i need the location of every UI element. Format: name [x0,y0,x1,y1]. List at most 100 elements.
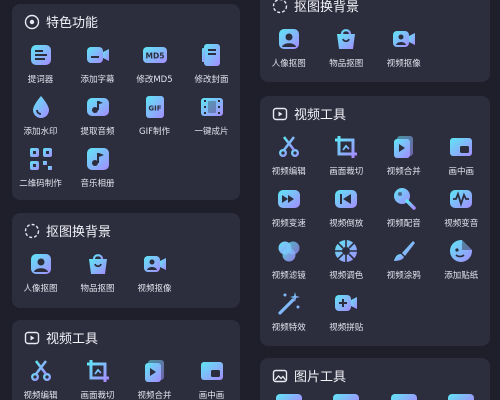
tool-video-cutout[interactable]: 视频抠像 [126,249,183,301]
tool-microphone[interactable]: 视频配音 [375,184,433,236]
tool-grid: 视频编辑 画面裁切 视频合并 画中画 [12,356,240,400]
tool-grid: 视频编辑 画面裁切 视频合并 画中画 视频变速 视频倒放 视频配音 视频变音 视频滤镜 视频调色视… [260,132,490,340]
video-play-icon [272,107,288,120]
tool-pip[interactable]: 画中画 [433,132,491,184]
cutout-circle-icon [24,223,40,238]
card-header: 图片工具 [272,366,346,385]
watermark-icon [32,96,49,118]
card-header: 抠图换背景 [24,221,111,240]
tool-md5[interactable]: MD5 修改MD5 [126,40,183,92]
card-header: 特色功能 [24,12,98,31]
extract-audio-icon [86,98,109,116]
tool-portrait[interactable]: 人像抠图 [260,24,318,76]
tool-filter[interactable]: 视频滤镜 [260,236,318,288]
cutout-circle-icon [272,0,288,13]
tool-label: 提词器 [27,75,54,85]
tool-sticker[interactable]: 添加贴纸 [433,236,491,288]
tool-voice-change[interactable]: 视频变音 [433,184,491,236]
tool-label: 视频抠像 [386,59,421,69]
magic-wand-icon [278,292,300,315]
card-title: 视频工具 [46,332,99,347]
pip-icon [450,138,473,156]
tool-music-album[interactable]: 音乐相册 [69,144,126,196]
tool-label: 视频特效 [271,323,306,333]
portrait-icon [278,29,299,49]
tool-grid: 人像抠图 物品抠图 视频抠像 [12,249,240,301]
tool-extract-audio[interactable]: 提取音频 [69,92,126,144]
tool-crop[interactable]: 画面裁切 [69,356,126,400]
tool-crop[interactable]: 画面裁切 [318,132,376,184]
card-title: 图片工具 [294,370,347,385]
tool-portrait[interactable]: 人像抠图 [12,249,69,301]
cover-icon [201,44,220,66]
tool-label: 人像抠图 [23,284,58,294]
tool-speed[interactable]: 视频变速 [260,184,318,236]
speed-icon [277,190,300,208]
tool-label: 视频滤镜 [271,271,306,281]
tool-grid: 提词器 添加字幕 MD5 修改MD5 修改封面添加水印 提取音频 GIF GIF制作 一键成片二… [12,40,240,196]
card-cutout: 抠图换背景 人像抠图 物品抠图 视频抠像 [260,0,490,82]
svg-text:GIF: GIF [148,105,161,113]
card-cutout: 抠图换背景 人像抠图 物品抠图 视频抠像 [12,213,240,308]
tool-pip[interactable]: 画中画 [183,356,240,400]
tool-brush[interactable]: 视频涂鸦 [375,236,433,288]
tool-label: 视频合并 [137,391,172,400]
item-bag-icon [88,254,107,274]
video-cutout-icon [392,31,415,47]
card-title: 特色功能 [46,16,99,31]
tool-merge[interactable]: 视频合并 [126,356,183,400]
tool-color-wheel[interactable]: 视频调色 [318,236,376,288]
crop-icon [335,136,358,158]
crop-icon [86,360,109,382]
tool-label: 二维码制作 [19,179,62,189]
tool-subtitle[interactable]: 添加字幕 [69,40,126,92]
card-header: 抠图换背景 [272,0,359,15]
tool-magic-wand[interactable]: 视频特效 [260,288,318,340]
tool-rewind[interactable]: 视频倒放 [318,184,376,236]
tool-item-bag[interactable]: 物品抠图 [69,249,126,301]
teleprompter-icon [30,45,51,65]
tool-qrcode[interactable]: 二维码制作 [12,144,69,196]
tool-watermark[interactable]: 添加水印 [12,92,69,144]
tool-label: 视频倒放 [329,219,364,229]
svg-text:MD5: MD5 [145,52,164,61]
image-icon [272,369,288,382]
tool-teleprompter[interactable]: 提词器 [12,40,69,92]
image-tool-icon[interactable] [333,394,360,400]
tool-label: 修改封面 [194,75,229,85]
image-tool-icon[interactable] [448,394,475,400]
tool-collage[interactable]: 视频拼贴 [318,288,376,340]
tool-merge[interactable]: 视频合并 [375,132,433,184]
tool-label: 一键成片 [194,127,229,137]
card-video-tools: 视频工具 视频编辑 画面裁切 视频合并 画中画 [12,320,240,400]
pip-icon [200,362,223,380]
tool-label: 画中画 [198,391,225,400]
tool-label: 音乐相册 [80,179,115,189]
card-header: 视频工具 [24,328,98,347]
tool-label: 视频编辑 [23,391,58,400]
film-icon [200,98,223,116]
tool-film[interactable]: 一键成片 [183,92,240,144]
tool-gif[interactable]: GIF GIF制作 [126,92,183,144]
color-wheel-icon [335,240,358,262]
tool-scissors[interactable]: 视频编辑 [12,356,69,400]
tool-label: 画面裁切 [80,391,115,400]
star-settings-icon [24,14,40,29]
music-album-icon [86,148,109,170]
tool-cover[interactable]: 修改封面 [183,40,240,92]
tool-label: 添加水印 [23,127,58,137]
tool-item-bag[interactable]: 物品抠图 [318,24,376,76]
tool-label: 提取音频 [80,127,115,137]
tool-label: 修改MD5 [136,75,173,85]
tool-scissors[interactable]: 视频编辑 [260,132,318,184]
image-tool-icon[interactable] [275,394,302,400]
brush-icon [393,241,415,261]
md5-icon: MD5 [142,47,167,63]
tool-label: 视频合并 [386,167,421,177]
tool-label: 视频调色 [329,271,364,281]
image-tool-icon[interactable] [390,394,417,400]
tool-video-cutout[interactable]: 视频抠像 [375,24,433,76]
voice-change-icon [450,190,473,208]
rewind-icon [335,190,358,208]
card-features: 特色功能 提词器 添加字幕 MD5 修改MD5 修改封面添加水印 提取音频 GIF GIF制作… [12,4,240,200]
